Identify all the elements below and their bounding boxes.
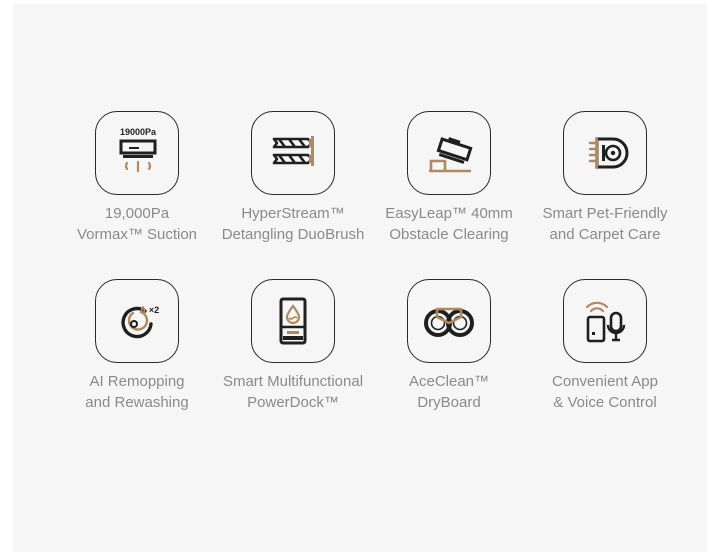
mop-pads-icon [424, 307, 474, 337]
pet-hair-brush-icon [588, 137, 629, 169]
svg-text:19000Pa: 19000Pa [120, 127, 157, 137]
feature-label: Smart Multifunctional PowerDock™ [222, 373, 364, 411]
features-grid: 19000Pa 19,000Pa Vormax™ Suction HyperSt… [59, 111, 684, 413]
feature-icon-box: ×2 [95, 279, 179, 363]
feature-suction: 19000Pa 19,000Pa Vormax™ Suction [59, 111, 215, 245]
feature-label: EasyLeap™ 40mm Obstacle Clearing [385, 205, 513, 243]
feature-label: 19,000Pa Vormax™ Suction [76, 205, 198, 243]
feature-icon-box [563, 279, 647, 363]
feature-icon-box [563, 111, 647, 195]
feature-icon-box [251, 279, 335, 363]
feature-label: AI Remopping and Rewashing [85, 373, 189, 411]
feature-icon-box [407, 111, 491, 195]
feature-icon-box [251, 111, 335, 195]
feature-label: AceClean™ DryBoard [408, 373, 490, 411]
feature-app-voice: Convenient App & Voice Control [527, 279, 683, 413]
feature-duobrush: HyperStream™ Detangling DuoBrush [215, 111, 371, 245]
obstacle-climb-icon [429, 137, 473, 173]
features-panel: 19000Pa 19,000Pa Vormax™ Suction HyperSt… [13, 4, 707, 552]
remop-rewash-icon: ×2 [121, 305, 159, 339]
feature-label: Convenient App & Voice Control [552, 373, 658, 411]
feature-powerdock: Smart Multifunctional PowerDock™ [215, 279, 371, 413]
duo-brush-icon [272, 136, 314, 166]
feature-remopping: ×2 AI Remopping and Rewashing [59, 279, 215, 413]
feature-label: HyperStream™ Detangling DuoBrush [221, 205, 365, 243]
powerdock-icon [279, 297, 307, 345]
suction-robot-icon: 19000Pa [119, 127, 157, 173]
svg-text:×2: ×2 [149, 305, 159, 315]
app-voice-icon [585, 301, 626, 343]
feature-pet-care: Smart Pet-Friendly and Carpet Care [527, 111, 683, 245]
feature-aceclean: AceClean™ DryBoard [371, 279, 527, 413]
feature-easyleap: EasyLeap™ 40mm Obstacle Clearing [371, 111, 527, 245]
feature-label: Smart Pet-Friendly and Carpet Care [542, 205, 668, 243]
feature-icon-box: 19000Pa [95, 111, 179, 195]
feature-icon-box [407, 279, 491, 363]
